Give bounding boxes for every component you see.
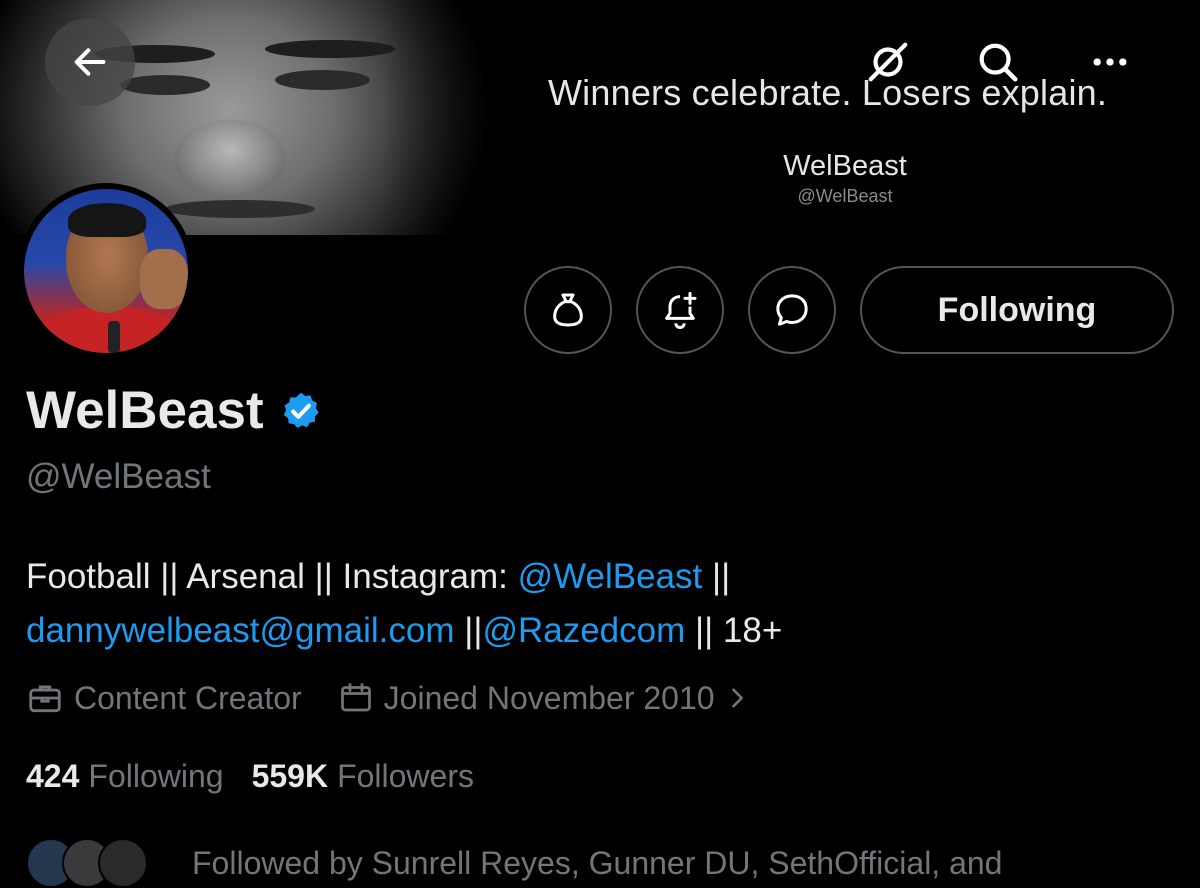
back-button[interactable] bbox=[45, 18, 135, 106]
display-name-text: WelBeast bbox=[26, 381, 264, 440]
chevron-right-icon bbox=[731, 688, 743, 708]
more-button[interactable] bbox=[1082, 34, 1138, 90]
banner-name: WelBeast bbox=[783, 150, 907, 182]
notify-button[interactable] bbox=[636, 266, 724, 354]
joined-label: Joined November 2010 bbox=[383, 679, 715, 716]
instagram-link[interactable]: @WelBeast bbox=[518, 557, 703, 596]
avatar[interactable] bbox=[18, 183, 194, 359]
follow-stats: 424 Following 559K Followers bbox=[26, 758, 502, 795]
profile-handle: @WelBeast bbox=[26, 457, 211, 496]
calendar-icon bbox=[340, 683, 371, 712]
following-count: 424 bbox=[26, 758, 80, 794]
bell-plus-icon bbox=[665, 291, 697, 329]
category-label: Content Creator bbox=[74, 679, 302, 716]
email-link[interactable]: dannywelbeast@gmail.com bbox=[26, 611, 455, 650]
banner-handle: @WelBeast bbox=[797, 186, 893, 206]
search-button[interactable] bbox=[970, 34, 1026, 90]
display-name: WelBeast bbox=[26, 380, 322, 441]
followers-label: Followers bbox=[337, 758, 474, 794]
profile-bio: Football || Arsenal || Instagram: @WelBe… bbox=[26, 550, 1176, 658]
joined-date[interactable]: Joined November 2010 bbox=[338, 680, 751, 717]
arrow-left-icon bbox=[74, 48, 106, 76]
briefcase-icon bbox=[29, 685, 61, 713]
followed-by-row[interactable]: Followed by Sunrell Reyes, Gunner DU, Se… bbox=[26, 838, 1002, 888]
follower-avatar bbox=[98, 838, 148, 888]
followers-count-link[interactable]: 559K Followers bbox=[252, 758, 474, 795]
grok-icon bbox=[868, 42, 908, 82]
followers-count: 559K bbox=[251, 758, 329, 794]
message-icon bbox=[776, 294, 808, 326]
following-count-link[interactable]: 424 Following bbox=[26, 758, 224, 795]
tip-button[interactable] bbox=[524, 266, 612, 354]
message-button[interactable] bbox=[748, 266, 836, 354]
search-icon bbox=[979, 43, 1018, 82]
money-bag-icon bbox=[553, 293, 583, 327]
verified-badge-icon[interactable] bbox=[280, 390, 322, 432]
profile-category: Content Creator bbox=[26, 679, 302, 717]
razedcom-mention-link[interactable]: @Razedcom bbox=[482, 611, 685, 650]
profile-meta: Content Creator Joined November 2010 bbox=[26, 676, 751, 720]
followed-by-text: Followed by Sunrell Reyes, Gunner DU, Se… bbox=[192, 844, 1003, 881]
bio-text: Football || Arsenal || Instagram: bbox=[26, 557, 518, 596]
grok-button[interactable] bbox=[860, 34, 916, 90]
bio-text: || 18+ bbox=[685, 611, 783, 650]
following-label: Following bbox=[88, 758, 224, 794]
more-icon bbox=[1093, 58, 1127, 66]
following-button[interactable]: Following bbox=[860, 266, 1174, 354]
bio-text: || bbox=[454, 611, 483, 650]
bio-text: || bbox=[702, 557, 731, 596]
